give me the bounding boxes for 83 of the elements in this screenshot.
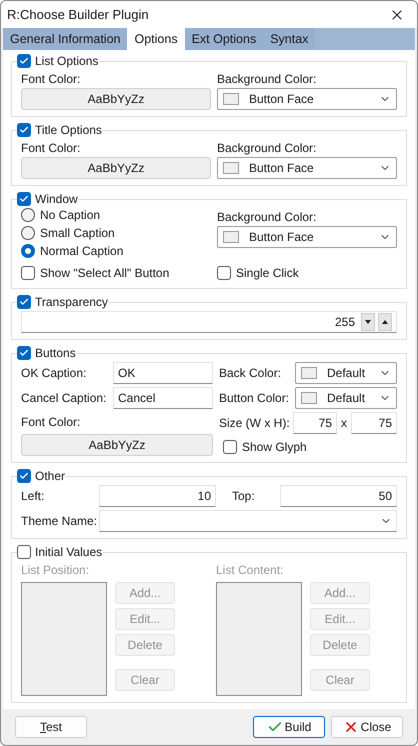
- color-dropdown[interactable]: Button Face: [217, 226, 397, 248]
- checkbox[interactable]: [223, 440, 237, 454]
- checkbox[interactable]: [17, 469, 31, 483]
- color-swatch-icon: [301, 367, 317, 379]
- close-button[interactable]: Close: [331, 716, 403, 738]
- color-swatch-icon: [223, 162, 239, 174]
- input-field[interactable]: 75: [351, 412, 397, 434]
- checkbox[interactable]: [17, 295, 31, 309]
- group-title: Window: [35, 191, 78, 208]
- check-icon: [19, 348, 29, 358]
- color-dropdown[interactable]: Default: [295, 387, 397, 409]
- input-field[interactable]: OK: [113, 362, 213, 384]
- check-icon: [19, 194, 29, 204]
- tab[interactable]: Ext Options: [184, 28, 264, 50]
- checkbox[interactable]: [17, 545, 31, 559]
- field-label: Font Color:: [21, 414, 82, 430]
- check-icon: [19, 56, 29, 66]
- check-icon: [19, 125, 29, 135]
- checkbox-label: Show Glyph: [242, 439, 307, 456]
- checkbox-label: Single Click: [236, 265, 299, 282]
- field-label: Font Color:: [21, 71, 82, 88]
- color-dropdown[interactable]: Button Face: [217, 88, 397, 110]
- color-swatch-icon: [223, 231, 239, 243]
- input-field[interactable]: Cancel: [113, 387, 213, 409]
- radio-label: No Caption: [40, 207, 100, 224]
- radio-button[interactable]: [21, 244, 35, 258]
- checkbox-label: Show "Select All" Button: [40, 265, 170, 282]
- field-label: List Content:: [216, 562, 284, 579]
- test-button[interactable]: Test: [15, 716, 87, 738]
- times-label: x: [341, 415, 347, 432]
- font-color-button[interactable]: AaBbYyZz: [21, 434, 213, 456]
- field-label: Back Color:: [219, 365, 282, 382]
- checkbox[interactable]: [17, 192, 31, 206]
- field-label: OK Caption:: [21, 365, 88, 382]
- field-label: Button Color:: [219, 390, 289, 407]
- tab[interactable]: Options: [127, 28, 185, 50]
- checkbox[interactable]: [17, 123, 31, 137]
- group-title: Initial Values: [35, 544, 102, 561]
- field-label: Background Color:: [217, 140, 318, 157]
- radio-button[interactable]: [21, 226, 35, 240]
- input-field[interactable]: 50: [280, 485, 397, 507]
- field-label: List Position:: [21, 562, 90, 579]
- field-label: Top:: [231, 488, 256, 505]
- checkbox[interactable]: [17, 346, 31, 360]
- font-color-button[interactable]: AaBbYyZz: [21, 88, 211, 110]
- triangle-down-icon: [365, 320, 371, 324]
- group-title: Transparency: [35, 294, 108, 311]
- build-button[interactable]: Build: [253, 716, 325, 738]
- color-swatch-icon: [301, 392, 317, 404]
- spin-field[interactable]: 255: [21, 311, 397, 333]
- check-icon: [19, 297, 29, 307]
- checkbox[interactable]: [217, 266, 231, 280]
- triangle-up-icon: [382, 320, 388, 324]
- list-box[interactable]: [21, 582, 107, 696]
- spin-up-button[interactable]: [378, 313, 392, 331]
- group-title: Buttons: [35, 345, 76, 362]
- tab[interactable]: General Information: [3, 28, 128, 50]
- color-dropdown[interactable]: Default: [295, 362, 397, 384]
- field-label: Left:: [21, 488, 46, 505]
- spin-down-button[interactable]: [361, 313, 375, 331]
- color-swatch-icon: [223, 93, 239, 105]
- field-label: Cancel Caption:: [21, 390, 107, 407]
- input-field[interactable]: 75: [293, 412, 337, 434]
- input-field[interactable]: 10: [99, 485, 216, 507]
- check-icon: [19, 471, 29, 481]
- radio-label: Small Caption: [40, 225, 115, 242]
- radio-label: Normal Caption: [40, 243, 124, 260]
- window-title: R:Choose Builder Plugin: [7, 6, 150, 24]
- color-dropdown[interactable]: Button Face: [217, 157, 397, 179]
- theme-dropdown[interactable]: [99, 510, 397, 532]
- group-title: List Options: [35, 53, 98, 70]
- field-label: Background Color:: [217, 209, 318, 226]
- group-title: Other: [35, 468, 66, 485]
- checkbox[interactable]: [17, 54, 31, 68]
- field-label: Background Color:: [217, 71, 318, 88]
- field-label: Font Color:: [21, 140, 82, 157]
- font-color-button[interactable]: AaBbYyZz: [21, 157, 211, 179]
- list-box[interactable]: [216, 582, 302, 696]
- group-title: Title Options: [35, 122, 102, 139]
- field-label: Size (W x H):: [219, 415, 289, 432]
- checkbox[interactable]: [21, 266, 35, 280]
- tab[interactable]: Syntax: [263, 28, 316, 50]
- radio-button[interactable]: [21, 208, 35, 222]
